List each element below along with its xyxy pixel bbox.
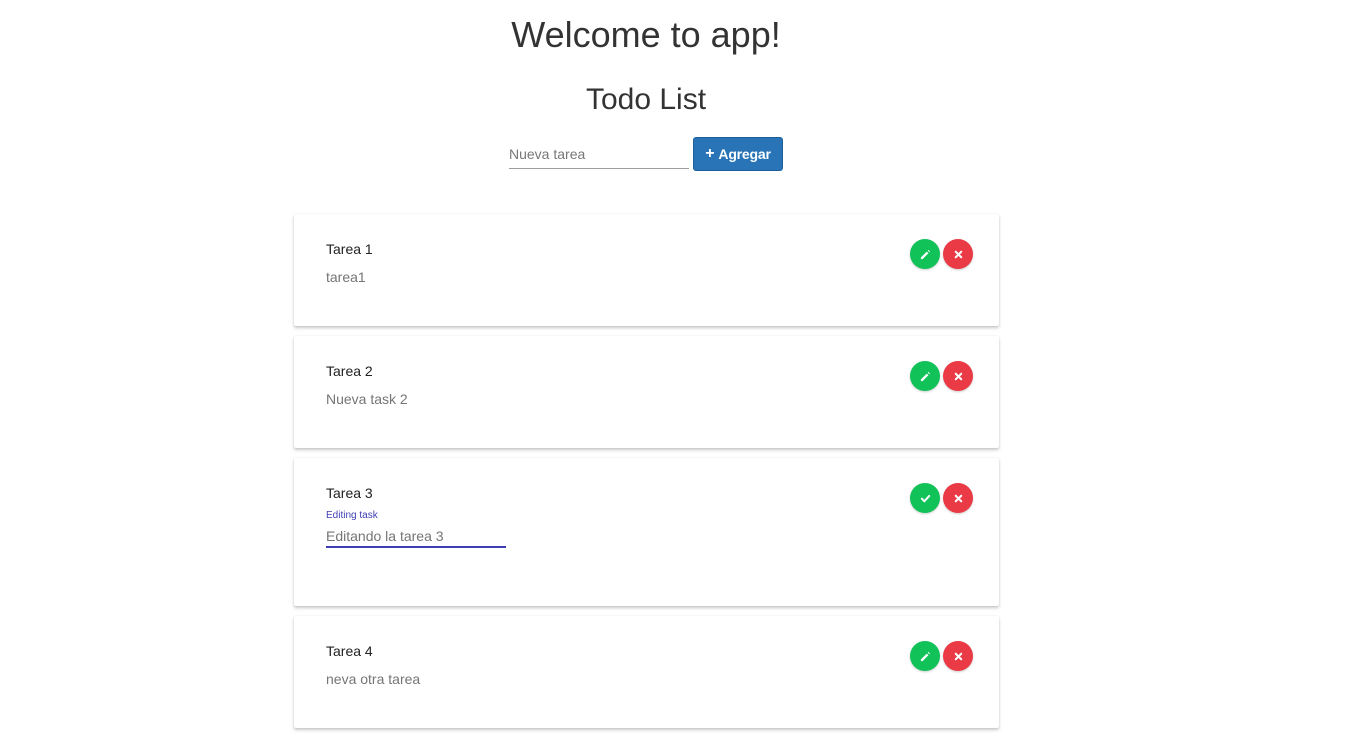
delete-task-button[interactable] [943,641,973,671]
edit-task-button[interactable] [910,641,940,671]
task-title: Tarea 1 [326,241,373,257]
task-description: tarea1 [326,269,366,285]
close-icon [954,652,962,660]
task-title: Tarea 4 [326,643,373,659]
add-task-form: + Agregar [509,137,783,171]
close-icon [954,372,962,380]
task-title: Tarea 2 [326,363,373,379]
pencil-icon [920,651,930,661]
task-card: Tarea 1 tarea1 [294,214,999,326]
edit-task-label: Editing task [326,510,378,521]
add-task-button[interactable]: + Agregar [693,137,783,171]
close-icon [954,250,962,258]
app-page: Welcome to app! Todo List + Agregar Tare… [0,0,1359,751]
task-actions [910,361,973,391]
task-description: neva otra tarea [326,671,421,687]
plus-icon: + [705,145,715,162]
edit-task-button[interactable] [910,361,940,391]
task-actions [910,239,973,269]
page-title: Welcome to app! [511,14,781,55]
task-actions [910,483,973,513]
delete-task-button[interactable] [943,239,973,269]
task-card-editing: Tarea 3 Editing task [294,458,999,606]
new-task-input[interactable] [509,139,689,169]
cancel-edit-button[interactable] [943,483,973,513]
delete-task-button[interactable] [943,361,973,391]
list-title: Todo List [585,83,707,116]
save-task-button[interactable] [910,483,940,513]
edit-task-input[interactable] [326,526,506,548]
task-card: Tarea 4 neva otra tarea [294,616,999,728]
task-description: Nueva task 2 [326,391,408,407]
task-title: Tarea 3 [326,485,373,501]
task-actions [910,641,973,671]
edit-task-button[interactable] [910,239,940,269]
pencil-icon [920,371,930,381]
check-icon [920,494,930,502]
task-card: Tarea 2 Nueva task 2 [294,336,999,448]
close-icon [954,494,962,502]
pencil-icon [920,249,930,259]
add-task-label: Agregar [718,146,771,162]
